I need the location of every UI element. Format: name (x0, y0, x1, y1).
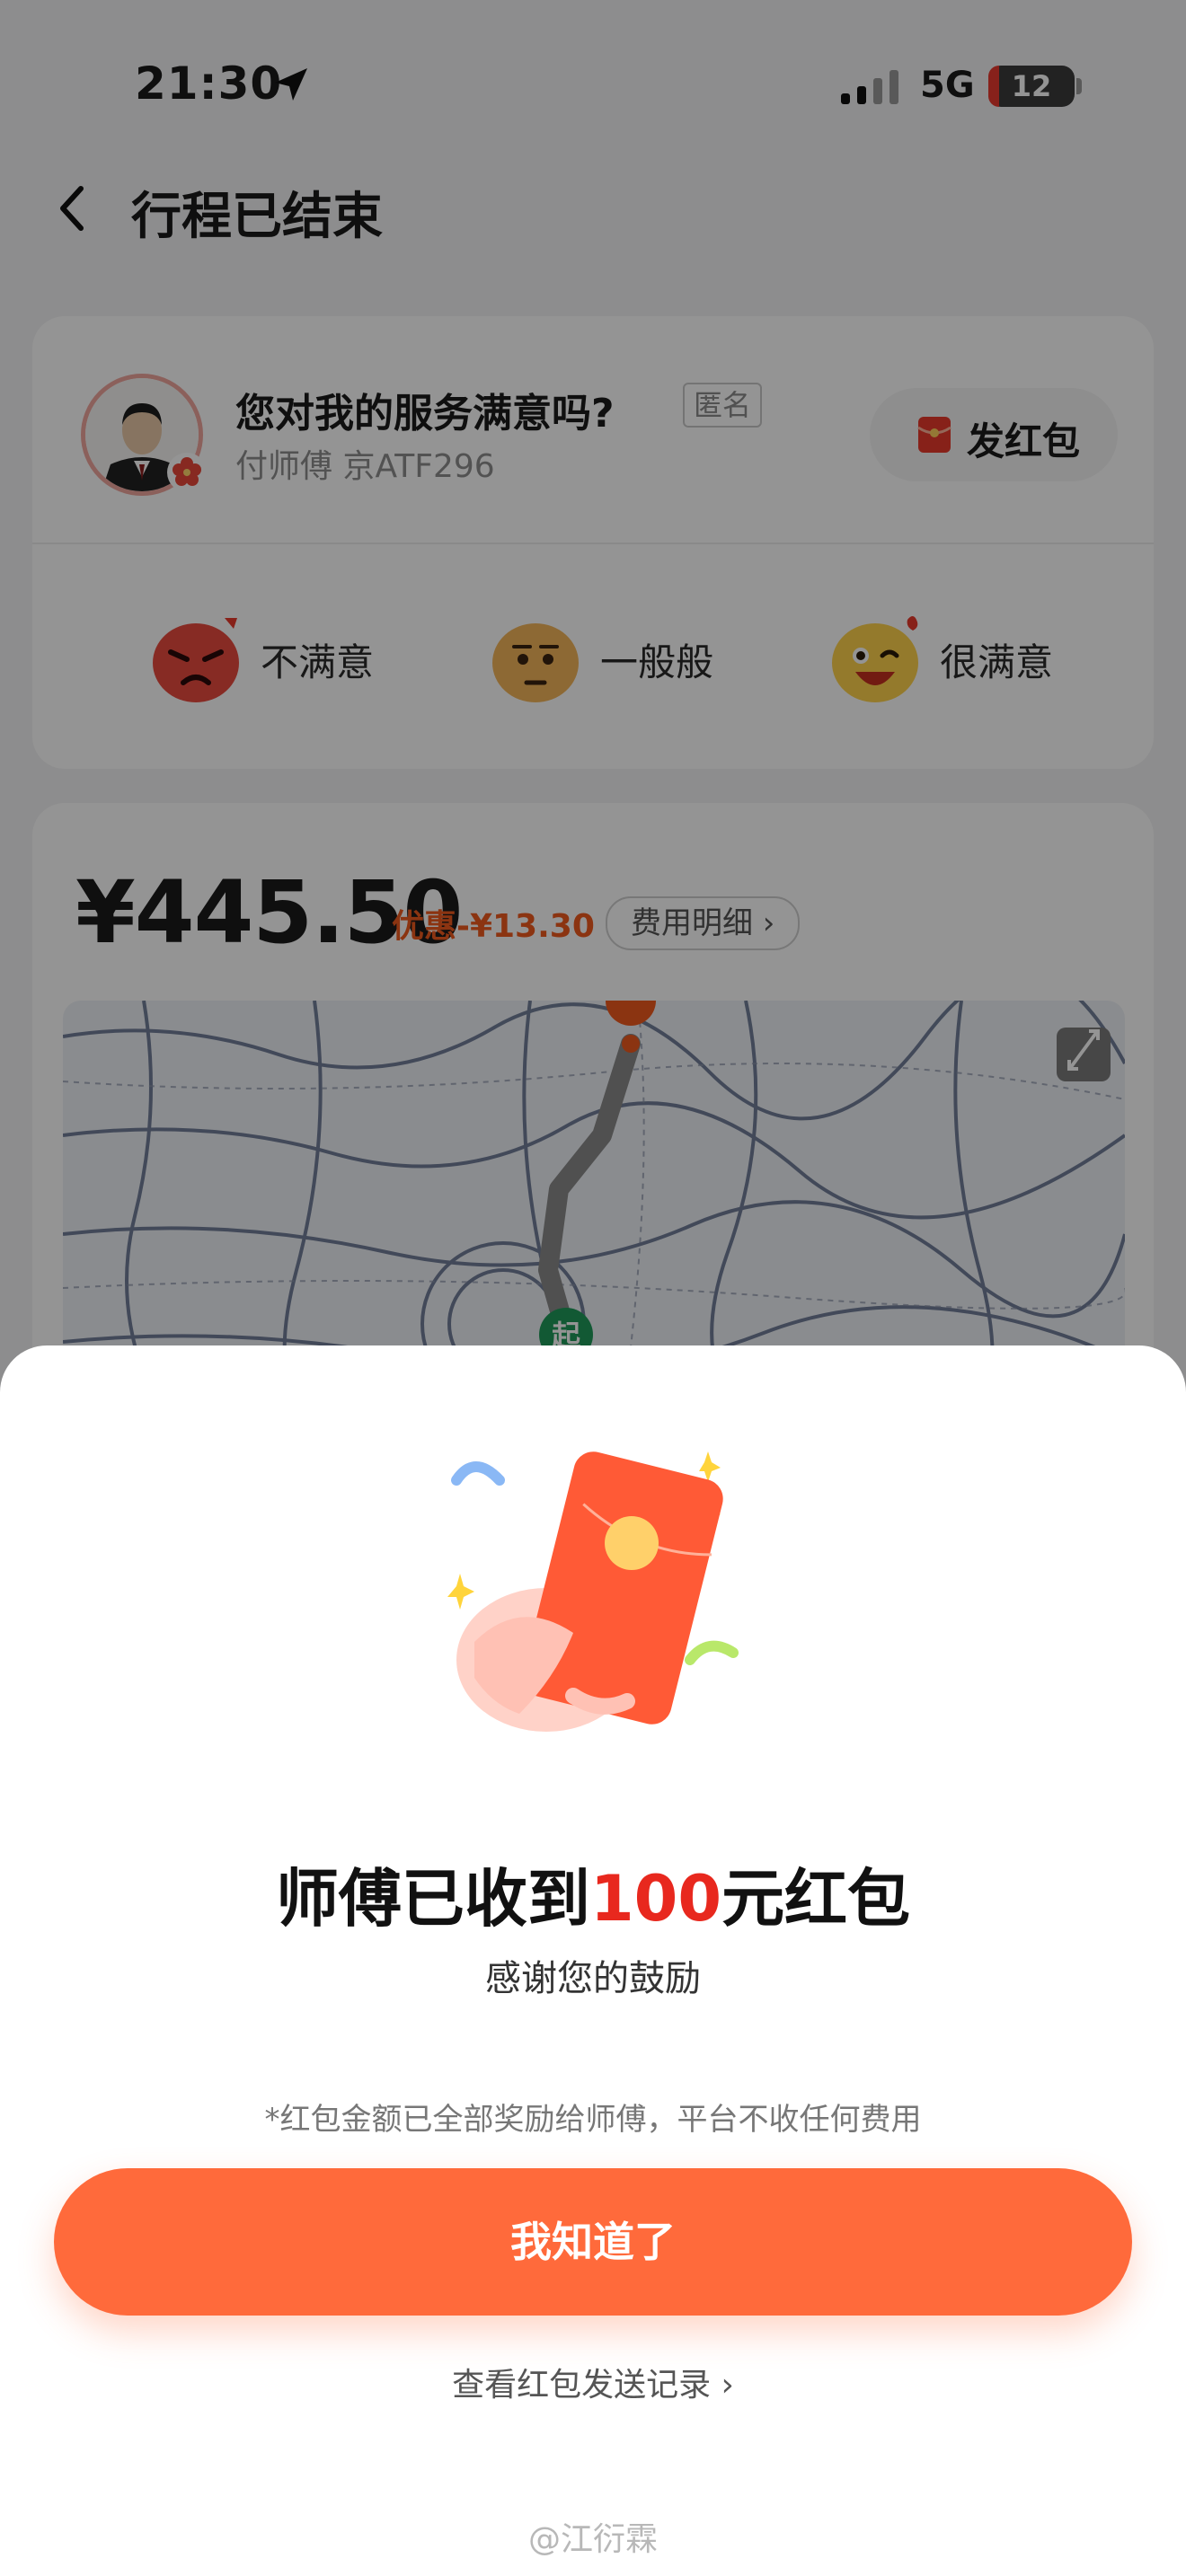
watermark: @江衍霖 (527, 2521, 658, 2558)
title-suffix: 元红包 (721, 1862, 911, 1936)
confirm-button-label: 我知道了 (510, 2218, 676, 2266)
thanks-subtitle: 感谢您的鼓励 (485, 1958, 701, 1999)
hongbao-received-title: 师傅已收到100元红包 (0, 1848, 1186, 1939)
title-prefix: 师傅已收到 (275, 1862, 590, 1936)
hongbao-amount: 100 (589, 1862, 722, 1936)
red-envelope-hand-illustration (447, 1451, 739, 1732)
trip-ended-page: 21:30 5G 12 行程已结束 您对我的服务满意吗? 匿名 付师傅 京ATF… (0, 0, 1186, 2576)
fee-note: *红包金额已全部奖励给师傅，平台不收任何费用 (264, 2102, 922, 2138)
confirm-button[interactable]: 我知道了 (54, 2168, 1132, 2316)
hongbao-result-sheet: 师傅已收到100元红包 感谢您的鼓励 *红包金额已全部奖励给师傅，平台不收任何费… (0, 1345, 1186, 2576)
hongbao-record-link[interactable]: 查看红包发送记录 › (0, 2359, 1186, 2405)
